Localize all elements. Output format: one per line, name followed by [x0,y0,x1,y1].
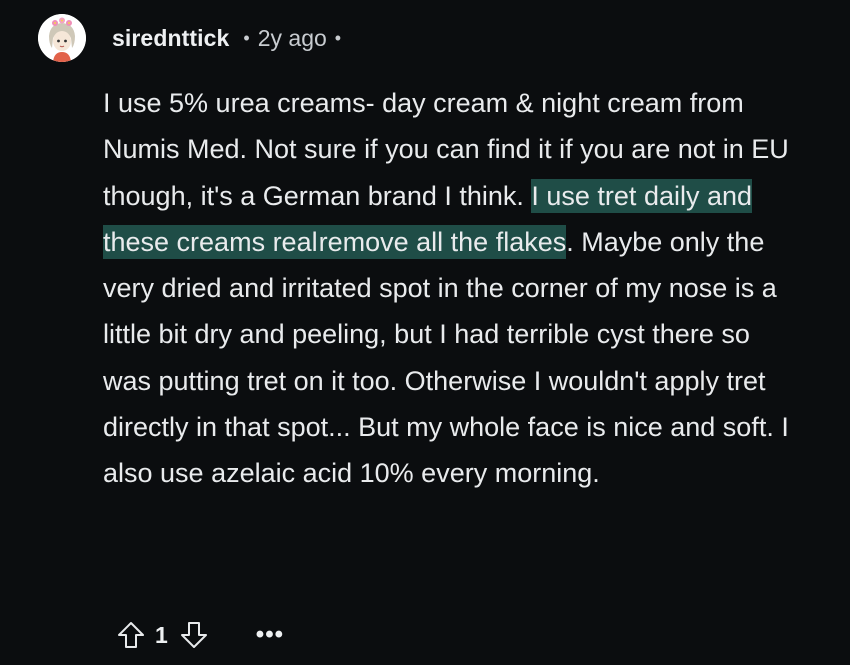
comment-body: I use 5% urea creams- day cream & night … [103,80,803,497]
upvote-button[interactable] [113,617,149,653]
arrow-down-outline-icon [180,622,207,648]
highlighted-text-continued: remove all the flakes [318,224,567,259]
avatar-character-icon [38,14,86,62]
more-options-button[interactable]: ••• [256,623,284,647]
author-username[interactable]: sirednttick [112,25,229,52]
comment-header: sirednttick • 2y ago • [38,10,341,66]
downvote-button[interactable] [176,617,212,653]
comment-text-after: . Maybe only the very dried and irritate… [103,226,789,489]
comment-actions: 1 ••• [113,612,284,658]
arrow-up-outline-icon [118,622,144,648]
meta-separator-trailing: • [334,27,342,48]
meta-separator: • [243,27,250,48]
comment-timestamp: 2y ago [257,24,327,51]
avatar[interactable] [38,14,86,62]
vote-count: 1 [155,621,168,648]
